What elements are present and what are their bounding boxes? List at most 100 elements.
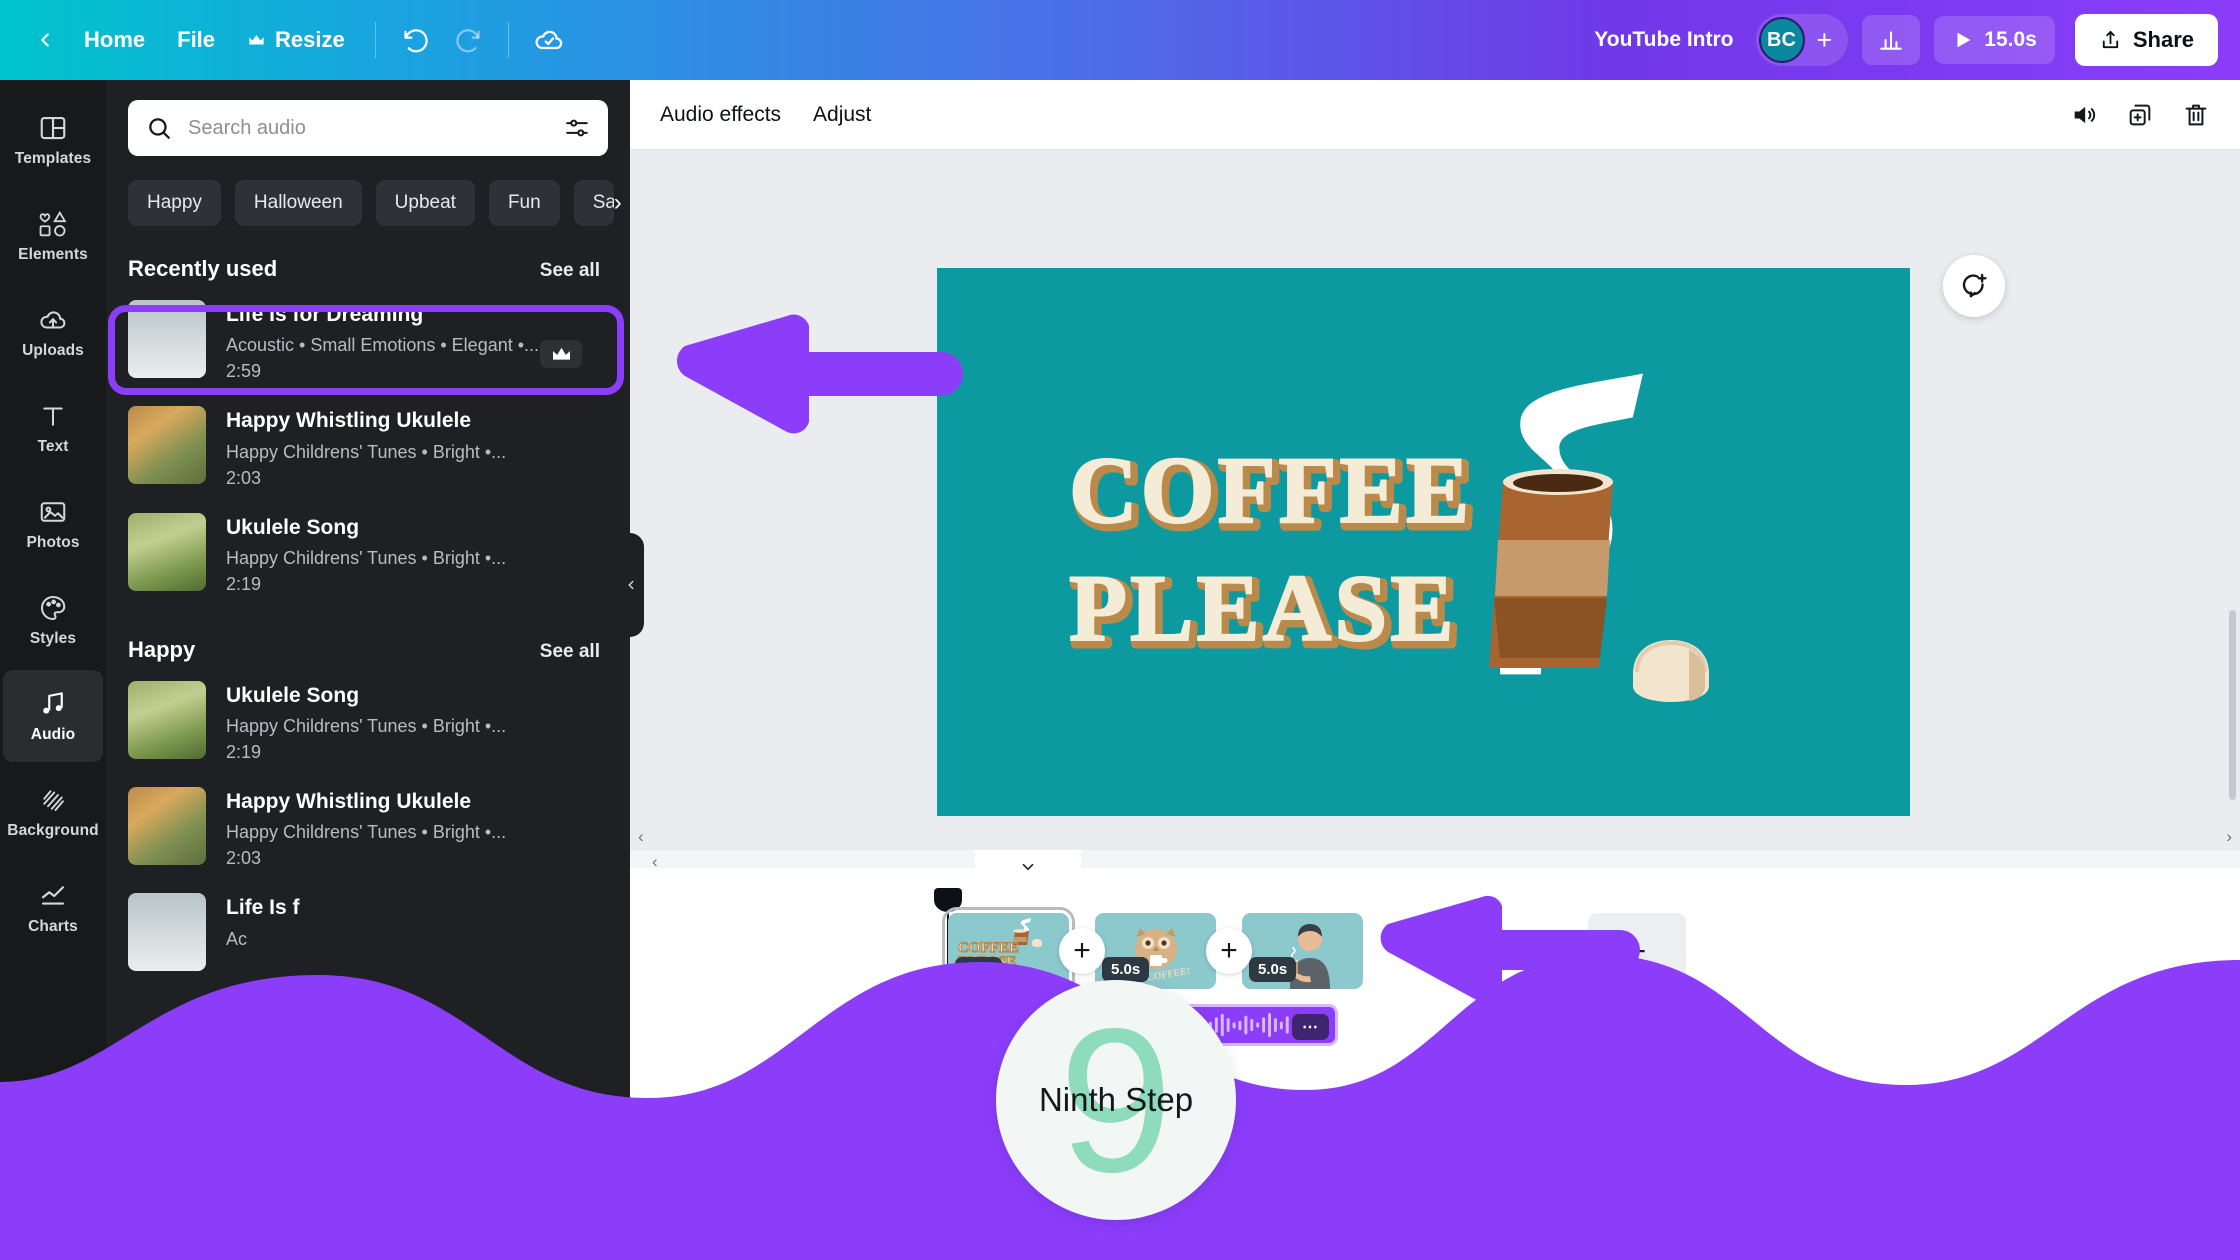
audio-more-options[interactable]: ⋯: [1292, 1014, 1329, 1040]
chip-sad[interactable]: Sa: [573, 180, 614, 226]
sidebar-item-label: Charts: [28, 917, 78, 935]
section-header-happy: Happy See all: [106, 607, 630, 669]
home-label: Home: [84, 27, 146, 52]
back-button[interactable]: [22, 23, 68, 57]
text-icon: [43, 407, 63, 426]
trash-icon[interactable]: [2182, 101, 2210, 129]
undo-icon: [404, 29, 428, 53]
timeline-collapse-tab[interactable]: [957, 850, 1099, 884]
filter-chips: Happy Halloween Upbeat Fun Sa ›: [106, 156, 630, 226]
arrow-to-timeline-audio-clip: [1380, 895, 1640, 1005]
duration-label: 15.0s: [1984, 28, 2037, 51]
chevron-right-icon[interactable]: ›: [614, 189, 622, 217]
page-thumbnail-3[interactable]: 5.0s: [1242, 913, 1363, 989]
track-subtitle: Happy Childrens' Tunes • Bright •...: [226, 547, 507, 568]
duplicate-icon[interactable]: [2126, 101, 2154, 129]
section-title: Happy: [128, 636, 196, 662]
share-button[interactable]: Share: [2074, 14, 2218, 66]
chevron-left-icon: [41, 33, 49, 47]
undo-button[interactable]: [390, 14, 442, 66]
chip-happy[interactable]: Happy: [128, 180, 221, 226]
collaborators[interactable]: BC +: [1755, 14, 1849, 66]
list-item[interactable]: Ukulele Song Happy Childrens' Tunes • Br…: [106, 501, 630, 607]
canvas-horizontal-scrollbar[interactable]: ‹ ›: [630, 824, 2240, 850]
redo-button[interactable]: [442, 14, 494, 66]
track-subtitle: Happy Childrens' Tunes • Bright •...: [226, 716, 507, 736]
divider: [374, 22, 376, 58]
coffee-please-design: COFFEE COFFEE PLEASE PLEASE: [937, 268, 1910, 816]
redo-icon: [456, 29, 480, 53]
play-icon: [1957, 32, 1971, 48]
sidebar-item-elements[interactable]: Elements: [3, 190, 103, 282]
volume-icon[interactable]: [2070, 101, 2098, 129]
sidebar-item-styles[interactable]: Styles: [3, 574, 103, 666]
track-title: Ukulele Song: [226, 683, 360, 707]
add-transition-2[interactable]: +: [1206, 928, 1252, 974]
playhead-handle[interactable]: [934, 888, 962, 912]
section-header-recently-used: Recently used See all: [106, 226, 630, 288]
track-title: Happy Whistling Ukulele: [226, 409, 472, 433]
track-title: Ukulele Song: [226, 515, 360, 539]
play-button[interactable]: [862, 1012, 934, 1084]
track-title: Life Is f: [226, 896, 300, 920]
track-thumbnail: [128, 680, 206, 759]
track-subtitle: Ac: [226, 928, 248, 949]
scrollbar-thumb[interactable]: [2229, 610, 2236, 800]
sidebar-item-background[interactable]: Background: [3, 766, 103, 858]
document-title[interactable]: YouTube Intro: [1594, 28, 1733, 52]
templates-icon: [40, 116, 66, 139]
list-item[interactable]: Ukulele Song Happy Childrens' Tunes • Br…: [106, 669, 630, 775]
sidebar-item-charts[interactable]: Charts: [3, 862, 103, 954]
insights-button[interactable]: [1862, 15, 1921, 65]
page-thumbnail-2[interactable]: COFFEE! 5.0s: [1095, 913, 1216, 989]
list-item[interactable]: Life Is f Ac: [106, 881, 630, 983]
page-duration-badge[interactable]: 5.0s: [955, 957, 1003, 982]
list-item[interactable]: Happy Whistling Ukulele Happy Childrens'…: [106, 394, 630, 500]
resize-menu[interactable]: Resize: [231, 17, 361, 63]
top-bar-left: Home File Resize: [0, 0, 575, 80]
svg-text:PLEASE: PLEASE: [1069, 555, 1457, 661]
track-duration: 2:03: [226, 848, 262, 869]
file-menu[interactable]: File: [161, 17, 231, 63]
track-meta: Ukulele Song Happy Childrens' Tunes • Br…: [226, 513, 608, 595]
chip-fun[interactable]: Fun: [488, 180, 560, 226]
track-title: Happy Whistling Ukulele: [226, 790, 472, 813]
search-input[interactable]: Search audio: [128, 100, 608, 156]
audio-panel: Search audio Happy Halloween Upbeat Fun …: [106, 80, 630, 1260]
scroll-right-icon[interactable]: ›: [2226, 827, 2232, 847]
design-canvas[interactable]: COFFEE COFFEE PLEASE PLEASE: [937, 268, 1910, 816]
page-duration-badge[interactable]: 5.0s: [1249, 957, 1297, 982]
see-all-link[interactable]: See all: [540, 641, 600, 663]
add-comment-button[interactable]: [1943, 255, 2005, 317]
tab-adjust[interactable]: Adjust: [813, 103, 871, 127]
cloud-saved-button[interactable]: [523, 14, 575, 66]
filter-sliders-icon[interactable]: [564, 115, 590, 141]
list-item[interactable]: Happy Whistling Ukulele Happy Childrens'…: [106, 775, 630, 881]
panel-collapse-handle[interactable]: [618, 533, 644, 637]
chip-halloween[interactable]: Halloween: [234, 180, 362, 226]
sidebar-item-templates[interactable]: Templates: [3, 94, 103, 186]
chip-upbeat[interactable]: Upbeat: [375, 180, 475, 226]
share-label: Share: [2132, 27, 2194, 52]
sidebar-item-photos[interactable]: Photos: [3, 478, 103, 570]
timeline-scroll-left-icon[interactable]: ‹: [652, 852, 658, 872]
see-all-link[interactable]: See all: [540, 260, 600, 282]
scroll-left-icon[interactable]: ‹: [638, 827, 644, 847]
sidebar-item-audio[interactable]: Audio: [3, 670, 103, 762]
tab-audio-effects[interactable]: Audio effects: [660, 103, 781, 127]
track-meta: Happy Whistling Ukulele Happy Childrens'…: [226, 406, 608, 488]
canvas-vertical-scrollbar[interactable]: [2226, 230, 2238, 850]
add-transition-1[interactable]: +: [1059, 928, 1105, 974]
page-thumbnail-1[interactable]: COFFEEPLEASE 5.0s: [942, 907, 1075, 995]
sidebar-item-text[interactable]: Text: [3, 382, 103, 474]
add-collaborator-icon[interactable]: +: [1817, 26, 1833, 54]
home-menu[interactable]: Home: [68, 17, 161, 63]
page-duration-badge[interactable]: 5.0s: [1102, 957, 1150, 982]
list-item[interactable]: Life Is for Dreaming Acoustic • Small Em…: [106, 288, 630, 394]
sidebar-item-uploads[interactable]: Uploads: [3, 286, 103, 378]
preview-button[interactable]: 15.0s: [1934, 16, 2055, 64]
audio-duration-badge[interactable]: 14.8s: [958, 1014, 1014, 1039]
audio-sub-toolbar: Audio effects Adjust: [630, 80, 2240, 150]
avatar[interactable]: BC: [1758, 17, 1805, 63]
track-duration: 2:19: [226, 742, 262, 762]
